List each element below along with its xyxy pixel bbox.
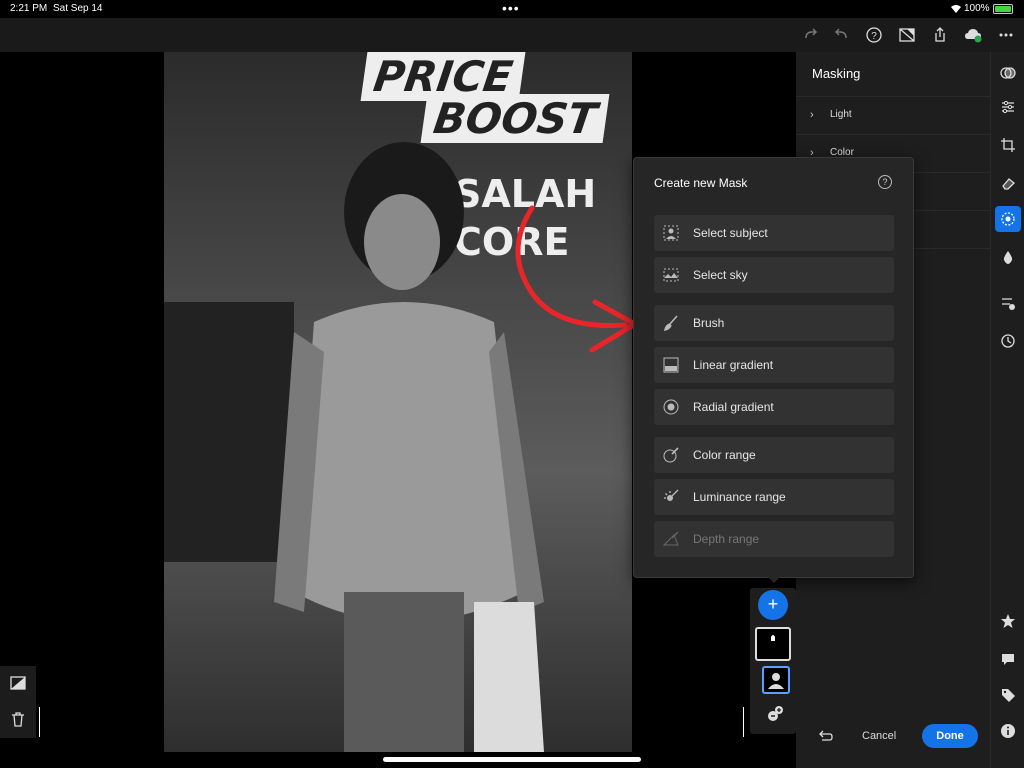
depth-range-icon bbox=[662, 530, 680, 548]
subject-icon bbox=[768, 673, 784, 689]
popup-pointer bbox=[767, 576, 781, 583]
linear-gradient-icon bbox=[662, 356, 680, 374]
popup-title: Create new Mask bbox=[654, 176, 748, 190]
trash-icon[interactable] bbox=[9, 710, 27, 728]
color-range-icon bbox=[662, 446, 680, 464]
panel-section-label: Light bbox=[830, 109, 852, 120]
help-icon[interactable]: ? bbox=[878, 175, 892, 189]
text-cursor bbox=[39, 707, 40, 737]
option-label: Select sky bbox=[693, 268, 748, 282]
status-bar: 2:21 PM Sat Sep 14 ••• 100% bbox=[0, 0, 1024, 18]
tag-icon[interactable] bbox=[995, 682, 1021, 708]
top-toolbar: ? bbox=[0, 18, 1024, 52]
depth-range-button[interactable]: Depth range bbox=[654, 521, 894, 557]
luminance-range-button[interactable]: Luminance range bbox=[654, 479, 894, 515]
option-label: Linear gradient bbox=[693, 358, 774, 372]
mask-preview-icon bbox=[771, 635, 775, 641]
reset-icon[interactable] bbox=[816, 728, 834, 746]
select-subject-button[interactable]: Select subject bbox=[654, 215, 894, 251]
mask-thumbnail[interactable] bbox=[755, 627, 791, 661]
compare-off-icon[interactable] bbox=[896, 24, 918, 46]
done-button[interactable]: Done bbox=[922, 724, 978, 748]
panel-title: Masking bbox=[812, 66, 861, 81]
annotation-arrow bbox=[515, 205, 638, 353]
wifi-icon bbox=[951, 5, 961, 13]
add-mask-button[interactable]: + bbox=[758, 590, 788, 620]
option-label: Color range bbox=[693, 448, 756, 462]
color-range-button[interactable]: Color range bbox=[654, 437, 894, 473]
adjust-sliders-icon[interactable] bbox=[995, 94, 1021, 120]
share-icon[interactable] bbox=[929, 24, 951, 46]
battery-percent: 100% bbox=[964, 3, 990, 14]
panel-section-light[interactable]: › Light bbox=[796, 96, 990, 134]
mask-component-subject[interactable] bbox=[762, 666, 790, 694]
status-time: 2:21 PM bbox=[10, 3, 48, 14]
left-tools bbox=[0, 666, 36, 738]
presets-icon[interactable] bbox=[995, 60, 1021, 86]
chevron-right-icon: › bbox=[810, 109, 814, 121]
before-after-icon[interactable] bbox=[9, 674, 27, 692]
subtract-mask-icon[interactable] bbox=[766, 704, 786, 724]
brush-button[interactable]: Brush bbox=[654, 305, 894, 341]
option-label: Select subject bbox=[693, 226, 768, 240]
star-icon[interactable] bbox=[995, 608, 1021, 634]
history-icon[interactable] bbox=[995, 328, 1021, 354]
versions-sliders-icon[interactable] bbox=[995, 290, 1021, 316]
option-label: Brush bbox=[693, 316, 725, 330]
linear-gradient-button[interactable]: Linear gradient bbox=[654, 347, 894, 383]
status-date: Sat Sep 14 bbox=[53, 3, 103, 14]
help-icon[interactable]: ? bbox=[863, 24, 885, 46]
cloud-sync-icon[interactable] bbox=[962, 24, 984, 46]
multitasking-dots-icon[interactable]: ••• bbox=[502, 0, 520, 16]
undo-icon[interactable] bbox=[830, 24, 852, 46]
select-sky-button[interactable]: Select sky bbox=[654, 257, 894, 293]
tool-rail bbox=[990, 52, 1024, 768]
info-icon[interactable] bbox=[995, 718, 1021, 744]
eraser-icon[interactable] bbox=[995, 170, 1021, 196]
brush-icon bbox=[662, 314, 680, 332]
radial-gradient-button[interactable]: Radial gradient bbox=[654, 389, 894, 425]
home-indicator[interactable] bbox=[383, 757, 641, 762]
cancel-button[interactable]: Cancel bbox=[862, 730, 896, 742]
more-icon[interactable] bbox=[995, 24, 1017, 46]
redo-icon[interactable] bbox=[800, 24, 822, 46]
sky-icon bbox=[662, 266, 680, 284]
subject-icon bbox=[662, 224, 680, 242]
radial-gradient-icon bbox=[662, 398, 680, 416]
create-mask-popup: Create new Mask ? Select subject Select … bbox=[633, 157, 914, 578]
option-label: Radial gradient bbox=[693, 400, 774, 414]
option-label: Luminance range bbox=[693, 490, 786, 504]
battery-icon bbox=[993, 4, 1013, 14]
comment-icon[interactable] bbox=[995, 646, 1021, 672]
photo-canvas[interactable]: PRICE BOOST SALAH CORE bbox=[164, 52, 632, 752]
option-label: Depth range bbox=[693, 532, 760, 546]
optics-drop-icon[interactable] bbox=[995, 244, 1021, 270]
text-cursor bbox=[743, 707, 744, 737]
crop-icon[interactable] bbox=[995, 132, 1021, 158]
svg-text:?: ? bbox=[871, 31, 877, 42]
luminance-range-icon bbox=[662, 488, 680, 506]
masking-icon[interactable] bbox=[995, 206, 1021, 232]
